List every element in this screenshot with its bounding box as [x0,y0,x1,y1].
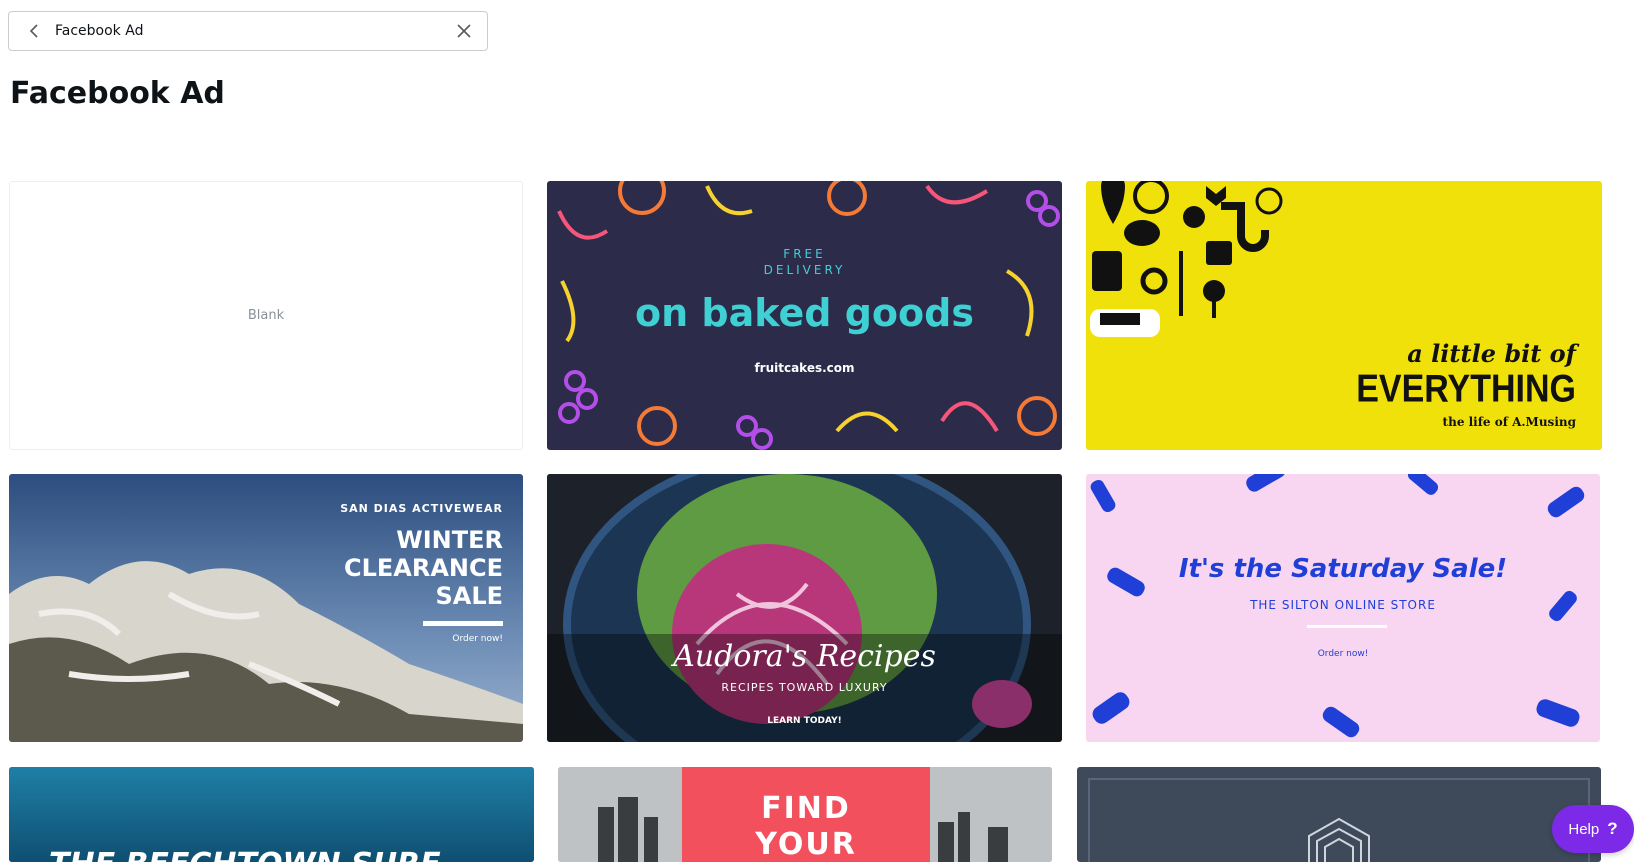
template-beechtown-surf[interactable]: THE BEECHTOWN SURF [9,767,534,862]
audora-cta: LEARN TODAY! [767,716,842,726]
lettuce-bowl-photo [547,474,1062,742]
winter-divider [423,621,503,626]
template-everything[interactable]: a little bit of EVERYTHING the life of A… [1086,181,1602,450]
question-mark-icon: ? [1607,819,1618,838]
page-title: Facebook Ad [10,76,225,111]
winter-line2: CLEARANCE [343,554,503,582]
baked-headline: on baked goods [635,291,974,335]
winter-line3: SALE [435,582,503,610]
template-find-your[interactable]: FIND YOUR [558,767,1052,862]
hexagon-logo-graphic [1088,778,1590,862]
winter-line1: WINTER [396,526,503,554]
template-saturday-sale[interactable]: It's the Saturday Sale! THE SILTON ONLIN… [1086,474,1600,742]
template-hexagon-logo[interactable] [1077,767,1601,862]
everything-line2: EVERYTHING [1356,367,1576,411]
saturday-subtitle: THE SILTON ONLINE STORE [1250,598,1436,612]
chevron-left-icon [29,24,38,38]
winter-brand: SAN DIAS ACTIVEWEAR [340,502,503,515]
audora-title: Audora's Recipes [673,639,936,674]
everything-line3: the life of A.Musing [1442,415,1576,429]
baked-line1: FREE [783,247,826,261]
saturday-cta: Order now! [1317,649,1369,659]
find-line2: YOUR [755,827,857,862]
back-button[interactable] [17,12,51,50]
saturday-title: It's the Saturday Sale! [1178,554,1508,584]
winter-cta: Order now! [452,634,503,644]
help-label: Help [1568,820,1600,838]
find-line1: FIND [761,791,851,826]
search-input[interactable] [51,23,445,39]
template-baked-goods[interactable]: FREE DELIVERY on baked goods fruitcakes.… [547,181,1062,450]
help-button[interactable]: Help ? [1552,805,1634,853]
search-bar [8,11,488,51]
template-winter-clearance[interactable]: SAN DIAS ACTIVEWEAR WINTER CLEARANCE SAL… [9,474,523,742]
baked-line2: DELIVERY [763,263,846,277]
everything-line1: a little bit of [1407,339,1576,368]
saturday-divider [1307,625,1387,628]
baked-site: fruitcakes.com [754,361,855,375]
template-audora-recipes[interactable]: Audora's Recipes RECIPES TOWARD LUXURY L… [547,474,1062,742]
template-blank[interactable]: Blank [9,181,523,450]
close-icon [457,24,471,38]
blank-label: Blank [247,308,285,323]
audora-subtitle: RECIPES TOWARD LUXURY [721,681,888,694]
clear-search-button[interactable] [445,12,483,50]
beach-title: THE BEECHTOWN SURF [49,847,441,862]
